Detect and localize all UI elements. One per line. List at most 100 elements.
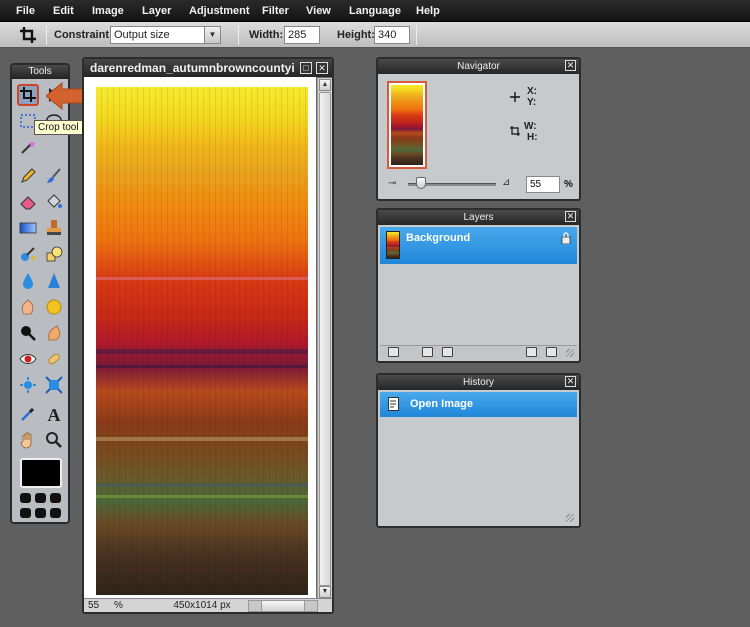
option-button[interactable] bbox=[35, 507, 46, 518]
constraint-select[interactable]: Output size bbox=[110, 26, 205, 44]
color-picker-tool-button[interactable] bbox=[17, 403, 39, 425]
height-input[interactable]: 340 bbox=[374, 26, 410, 44]
menu-language[interactable]: Language bbox=[349, 5, 401, 17]
sponge-tool-button[interactable] bbox=[43, 296, 65, 318]
history-item[interactable]: Open Image bbox=[380, 392, 577, 417]
blur-icon bbox=[23, 273, 33, 289]
autumn-weave-image bbox=[96, 87, 308, 595]
spot-heal-icon bbox=[48, 353, 60, 365]
sponge-icon bbox=[46, 299, 62, 315]
new-layer-icon[interactable] bbox=[526, 347, 537, 357]
trash-icon[interactable] bbox=[546, 347, 557, 357]
maximize-button[interactable]: □ bbox=[300, 62, 312, 74]
color-swatch[interactable] bbox=[20, 458, 62, 488]
burn-tool-button[interactable] bbox=[43, 322, 65, 344]
drawing-tool-button[interactable] bbox=[43, 243, 65, 265]
constraint-label: Constraint: bbox=[54, 29, 113, 41]
menu-help[interactable]: Help bbox=[416, 5, 440, 17]
hand-icon bbox=[20, 432, 32, 449]
separator bbox=[238, 25, 239, 45]
image-window-titlebar[interactable]: darenredman_autumnbrowncountyi □ ✕ bbox=[84, 59, 332, 77]
pinch-tool-button[interactable] bbox=[43, 374, 65, 396]
type-tool-button[interactable]: A bbox=[43, 403, 65, 425]
option-button[interactable] bbox=[50, 507, 61, 518]
scroll-up-button[interactable]: ▲ bbox=[319, 79, 331, 91]
option-button[interactable] bbox=[20, 493, 31, 503]
drawing-icon bbox=[46, 246, 63, 262]
zoom-value[interactable]: 55 bbox=[88, 600, 99, 611]
hand-tool-button[interactable] bbox=[17, 429, 39, 451]
layer-row[interactable]: Background bbox=[380, 227, 577, 264]
magic-wand-tool-button[interactable] bbox=[17, 136, 39, 158]
history-panel: History ✕ Open Image bbox=[376, 373, 581, 528]
paint-bucket-tool-button[interactable] bbox=[43, 191, 65, 213]
bloat-tool-button[interactable] bbox=[17, 374, 39, 396]
menu-file[interactable]: File bbox=[16, 5, 35, 17]
zoom-out-icon[interactable]: ⊸ bbox=[388, 178, 396, 189]
smudge-icon bbox=[21, 299, 34, 315]
image-canvas[interactable] bbox=[84, 77, 316, 598]
option-button[interactable] bbox=[50, 493, 61, 503]
width-input[interactable]: 285 bbox=[284, 26, 320, 44]
zoom-unit: % bbox=[114, 600, 123, 611]
separator bbox=[46, 25, 47, 45]
scrollbar-thumb[interactable] bbox=[261, 601, 305, 611]
history-footer bbox=[380, 514, 577, 524]
close-button[interactable]: ✕ bbox=[316, 62, 328, 74]
navigator-preview[interactable] bbox=[387, 81, 427, 169]
scrollbar-thumb[interactable] bbox=[319, 92, 331, 586]
eraser-icon bbox=[20, 196, 36, 210]
tool-options-grid bbox=[20, 493, 62, 519]
dodge-tool-button[interactable] bbox=[17, 322, 39, 344]
zoom-in-icon[interactable]: ⊿ bbox=[502, 177, 510, 188]
zoom-slider-knob[interactable] bbox=[416, 177, 426, 189]
close-icon[interactable]: ✕ bbox=[565, 376, 576, 387]
crop-icon bbox=[20, 87, 36, 102]
navigator-thumbnail bbox=[391, 85, 423, 165]
svg-text:A: A bbox=[48, 405, 61, 423]
menu-image[interactable]: Image bbox=[92, 5, 124, 17]
gradient-tool-button[interactable] bbox=[17, 217, 39, 239]
layer-mask-icon[interactable] bbox=[422, 347, 433, 357]
eraser-tool-button[interactable] bbox=[17, 191, 39, 213]
smudge-tool-button[interactable] bbox=[17, 296, 39, 318]
spot-heal-tool-button[interactable] bbox=[43, 348, 65, 370]
menu-edit[interactable]: Edit bbox=[53, 5, 74, 17]
h-label: H: bbox=[527, 132, 538, 143]
option-button[interactable] bbox=[20, 507, 31, 518]
menu-layer[interactable]: Layer bbox=[142, 5, 171, 17]
zoom-input[interactable]: 55 bbox=[526, 176, 560, 193]
chevron-down-icon[interactable]: ▼ bbox=[204, 26, 221, 44]
vertical-scrollbar[interactable]: ▲ ▼ bbox=[317, 78, 332, 599]
resize-grip-icon[interactable] bbox=[566, 514, 574, 522]
red-eye-tool-button[interactable] bbox=[17, 348, 39, 370]
horizontal-scrollbar[interactable] bbox=[248, 600, 318, 612]
menu-adjustment[interactable]: Adjustment bbox=[189, 5, 250, 17]
option-button[interactable] bbox=[35, 493, 46, 503]
close-icon[interactable]: ✕ bbox=[565, 211, 576, 222]
tools-panel-title: Tools bbox=[12, 65, 68, 79]
resize-grip-icon[interactable] bbox=[566, 349, 574, 357]
menu-filter[interactable]: Filter bbox=[262, 5, 289, 17]
menu-view[interactable]: View bbox=[306, 5, 331, 17]
type-icon: A bbox=[48, 405, 61, 423]
sharpen-tool-button[interactable] bbox=[43, 270, 65, 292]
sharpen-icon bbox=[48, 273, 60, 288]
crosshair-icon bbox=[510, 92, 520, 102]
bloat-icon bbox=[20, 377, 36, 393]
stamp-tool-button[interactable] bbox=[43, 217, 65, 239]
close-icon[interactable]: ✕ bbox=[565, 60, 576, 71]
layer-style-icon[interactable] bbox=[442, 347, 453, 357]
pencil-tool-button[interactable] bbox=[17, 165, 39, 187]
color-picker-icon bbox=[21, 407, 35, 421]
brush-tool-button[interactable] bbox=[43, 165, 65, 187]
crop-tool-button[interactable] bbox=[17, 84, 39, 106]
image-window-title: darenredman_autumnbrowncountyi bbox=[90, 61, 295, 75]
scroll-down-button[interactable]: ▼ bbox=[319, 586, 331, 598]
blur-tool-button[interactable] bbox=[17, 270, 39, 292]
separator bbox=[416, 25, 417, 45]
color-replace-tool-button[interactable] bbox=[17, 243, 39, 265]
image-window: darenredman_autumnbrowncountyi □ ✕ ▲ ▼ 5… bbox=[82, 57, 334, 614]
zoom-tool-button[interactable] bbox=[43, 429, 65, 451]
layer-settings-icon[interactable] bbox=[388, 347, 399, 357]
